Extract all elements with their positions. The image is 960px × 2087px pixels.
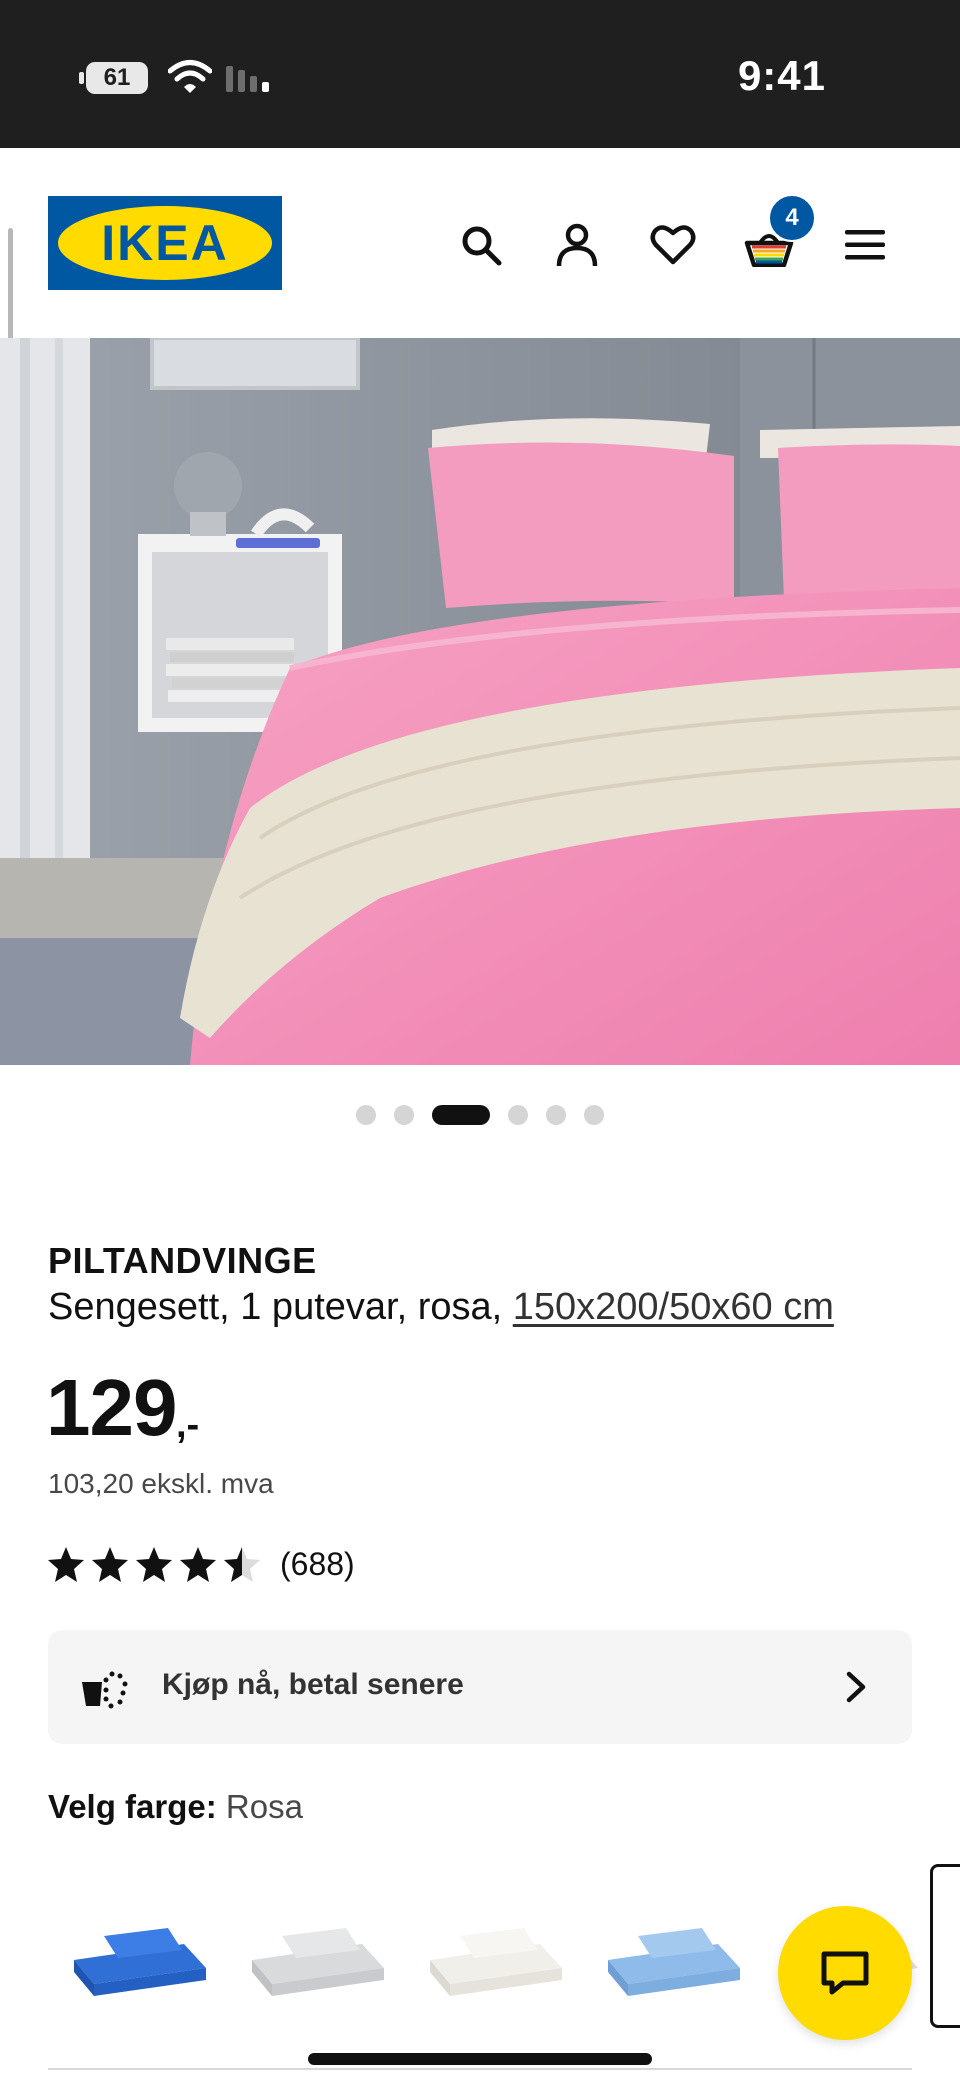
account-icon[interactable] xyxy=(550,218,604,272)
color-label-title: Velg farge: xyxy=(48,1788,217,1825)
star-icon xyxy=(48,1547,84,1582)
swatch-white-bedding[interactable] xyxy=(420,1880,570,2010)
swatch-light-blue-bedding[interactable] xyxy=(598,1880,748,2010)
chat-bubble-icon xyxy=(821,1951,869,1995)
site-header: IKEA 4 xyxy=(0,148,960,423)
ikea-logo[interactable]: IKEA xyxy=(48,196,282,290)
carousel-dot[interactable] xyxy=(508,1105,528,1125)
buy-now-pay-later-label: Kjøp nå, betal senere xyxy=(162,1668,464,1701)
product-photo xyxy=(0,338,960,1065)
price-suffix: ,- xyxy=(176,1404,200,1446)
battery-icon: 61 xyxy=(79,62,148,94)
chevron-right-icon xyxy=(846,1671,866,1703)
star-icon xyxy=(136,1547,172,1582)
product-size-link[interactable]: 150x200/50x60 cm xyxy=(513,1286,834,1328)
logo-oval: IKEA xyxy=(58,206,272,280)
price-ex-vat: 103,20 ekskl. mva xyxy=(48,1468,274,1499)
half-star-icon xyxy=(224,1547,260,1582)
hamburger-menu-icon[interactable] xyxy=(838,218,892,272)
selected-swatch-frame[interactable] xyxy=(930,1864,960,2028)
buy-now-pay-later-button[interactable]: Kjøp nå, betal senere xyxy=(48,1630,912,1744)
basket-dotted-icon xyxy=(82,1671,128,1709)
color-selector-label: Velg farge: Rosa xyxy=(48,1788,303,1826)
carousel-dot[interactable] xyxy=(356,1105,376,1125)
wifi-icon xyxy=(168,60,212,93)
section-divider xyxy=(48,2068,912,2070)
swatch-grey-bedding[interactable] xyxy=(242,1880,392,2010)
logo-text: IKEA xyxy=(101,215,229,271)
product-description-text: Sengesett, 1 putevar, rosa, xyxy=(48,1286,503,1328)
status-bar: 61 9:41 xyxy=(0,0,960,148)
swatch-blue-bedding[interactable] xyxy=(64,1880,214,2010)
carousel-dot[interactable] xyxy=(546,1105,566,1125)
cart-count-badge: 4 xyxy=(768,194,816,242)
star-icon xyxy=(92,1547,128,1582)
product-image[interactable] xyxy=(0,338,960,1065)
carousel-dot[interactable] xyxy=(394,1105,414,1125)
product-price: 129 xyxy=(46,1363,177,1452)
battery-level: 61 xyxy=(103,64,131,91)
product-description: Sengesett, 1 putevar, rosa, 150x200/50x6… xyxy=(48,1286,834,1329)
product-rating[interactable]: (688) xyxy=(46,1544,355,1584)
image-carousel-dots xyxy=(0,1102,960,1126)
search-icon[interactable] xyxy=(454,218,508,272)
review-count: (688) xyxy=(280,1545,355,1582)
status-time: 9:41 xyxy=(737,52,826,99)
heart-icon[interactable] xyxy=(646,218,700,272)
carousel-dot[interactable] xyxy=(584,1105,604,1125)
chat-button[interactable] xyxy=(778,1906,912,2040)
star-icon xyxy=(180,1547,216,1582)
carousel-dot-active[interactable] xyxy=(432,1105,490,1125)
selected-color: Rosa xyxy=(225,1788,303,1825)
product-name: PILTANDVINGE xyxy=(48,1240,317,1281)
home-indicator xyxy=(308,2053,652,2065)
cellular-signal-icon xyxy=(226,66,269,92)
